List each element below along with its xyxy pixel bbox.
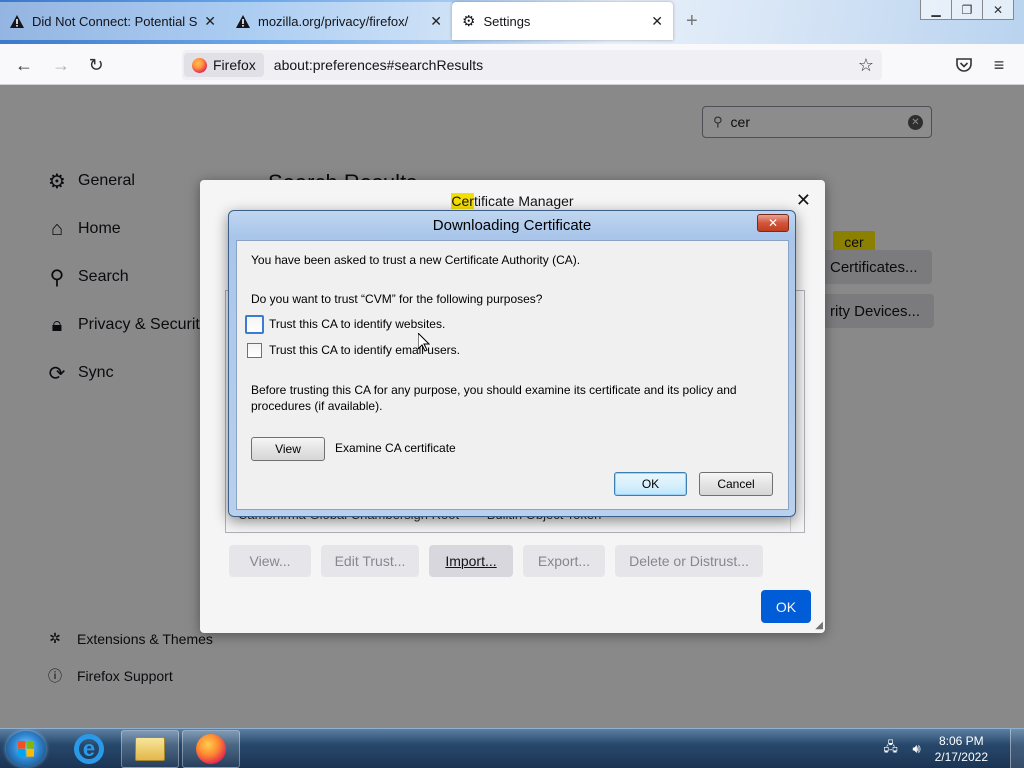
warning-icon bbox=[236, 14, 250, 28]
advice-text-line1: Before trusting this CA for any purpose,… bbox=[251, 383, 737, 397]
system-tray: 🖧︎ 🔊︎ 8:06 PM 2/17/2022 bbox=[883, 729, 1024, 768]
close-tab-icon[interactable]: ✕ bbox=[651, 13, 663, 30]
clock[interactable]: 8:06 PM 2/17/2022 bbox=[935, 733, 988, 765]
clock-time: 8:06 PM bbox=[938, 734, 984, 748]
examine-label: Examine CA certificate bbox=[335, 441, 456, 455]
dialog-title: Downloading Certificate bbox=[432, 217, 592, 234]
trust-websites-label[interactable]: Trust this CA to identify websites. bbox=[269, 317, 445, 331]
restore-button[interactable]: ❐ bbox=[951, 0, 983, 20]
minimize-button[interactable]: ▁ bbox=[920, 0, 952, 20]
windows-taskbar: e 🖧︎ 🔊︎ 8:06 PM 2/17/2022 bbox=[0, 728, 1024, 768]
tab-title: Settings bbox=[483, 13, 531, 29]
taskbar-file-explorer[interactable] bbox=[121, 730, 179, 768]
tab-mozilla-privacy[interactable]: mozilla.org/privacy/firefox/ ✕ bbox=[226, 2, 452, 40]
start-button[interactable] bbox=[6, 731, 46, 767]
tab-title: mozilla.org/privacy/firefox/ bbox=[258, 13, 409, 29]
forward-arrow-icon[interactable]: → bbox=[50, 54, 72, 76]
back-arrow-icon[interactable]: ← bbox=[13, 54, 35, 76]
show-desktop-button[interactable] bbox=[1010, 729, 1024, 768]
trust-email-checkbox[interactable] bbox=[247, 343, 262, 358]
close-tab-icon[interactable]: ✕ bbox=[204, 13, 216, 30]
tab-title: Did Not Connect: Potential Security Issu… bbox=[32, 13, 197, 29]
internet-explorer-icon: e bbox=[74, 734, 104, 764]
bookmark-star-icon[interactable]: ☆ bbox=[858, 55, 874, 76]
trust-email-label[interactable]: Trust this CA to identify email users. bbox=[269, 343, 460, 357]
advice-text-line2: procedures (if available). bbox=[251, 399, 383, 413]
pocket-icon[interactable] bbox=[953, 54, 975, 76]
window-controls: ▁ ❐ ✕ bbox=[920, 0, 1014, 20]
close-icon[interactable]: ✕ bbox=[757, 214, 789, 232]
intro-text: You have been asked to trust a new Certi… bbox=[251, 253, 581, 267]
view-certificate-button[interactable]: View bbox=[251, 437, 325, 461]
menu-hamburger-icon[interactable]: ≡ bbox=[988, 54, 1010, 76]
close-tab-icon[interactable]: ✕ bbox=[430, 13, 442, 30]
taskbar-internet-explorer[interactable]: e bbox=[60, 730, 118, 768]
clock-date: 2/17/2022 bbox=[934, 750, 988, 764]
warning-icon bbox=[10, 14, 24, 28]
url-bar[interactable]: Firefox about:preferences#searchResults … bbox=[182, 50, 882, 80]
tab-settings[interactable]: ⚙ Settings ✕ bbox=[452, 2, 673, 40]
taskbar-firefox[interactable] bbox=[182, 730, 240, 768]
gear-icon: ⚙ bbox=[462, 13, 476, 30]
identity-box[interactable]: Firefox bbox=[184, 53, 264, 77]
reload-icon[interactable]: ↻ bbox=[85, 54, 107, 76]
volume-icon[interactable]: 🔊︎ bbox=[909, 741, 925, 757]
cancel-button[interactable]: Cancel bbox=[699, 472, 773, 496]
trust-websites-checkbox[interactable] bbox=[245, 315, 264, 334]
downloading-certificate-dialog: Downloading Certificate ✕ You have been … bbox=[228, 210, 796, 517]
navigation-toolbar: ← → ↻ Firefox about:preferences#searchRe… bbox=[0, 44, 1024, 85]
firefox-logo-icon bbox=[192, 57, 207, 73]
identity-label: Firefox bbox=[213, 57, 256, 73]
network-icon[interactable]: 🖧︎ bbox=[883, 739, 899, 757]
new-tab-button[interactable]: + bbox=[686, 10, 698, 33]
firefox-icon bbox=[196, 734, 226, 764]
close-window-button[interactable]: ✕ bbox=[982, 0, 1014, 20]
tab-did-not-connect[interactable]: Did Not Connect: Potential Security Issu… bbox=[0, 2, 226, 40]
folder-icon bbox=[135, 737, 165, 761]
dialog-body: You have been asked to trust a new Certi… bbox=[236, 240, 789, 510]
trust-question: Do you want to trust “CVM” for the follo… bbox=[251, 292, 543, 306]
tab-strip: Did Not Connect: Potential Security Issu… bbox=[0, 0, 1024, 44]
mouse-cursor-icon bbox=[417, 331, 431, 357]
url-text[interactable]: about:preferences#searchResults bbox=[274, 57, 483, 73]
ok-button[interactable]: OK bbox=[614, 472, 687, 496]
